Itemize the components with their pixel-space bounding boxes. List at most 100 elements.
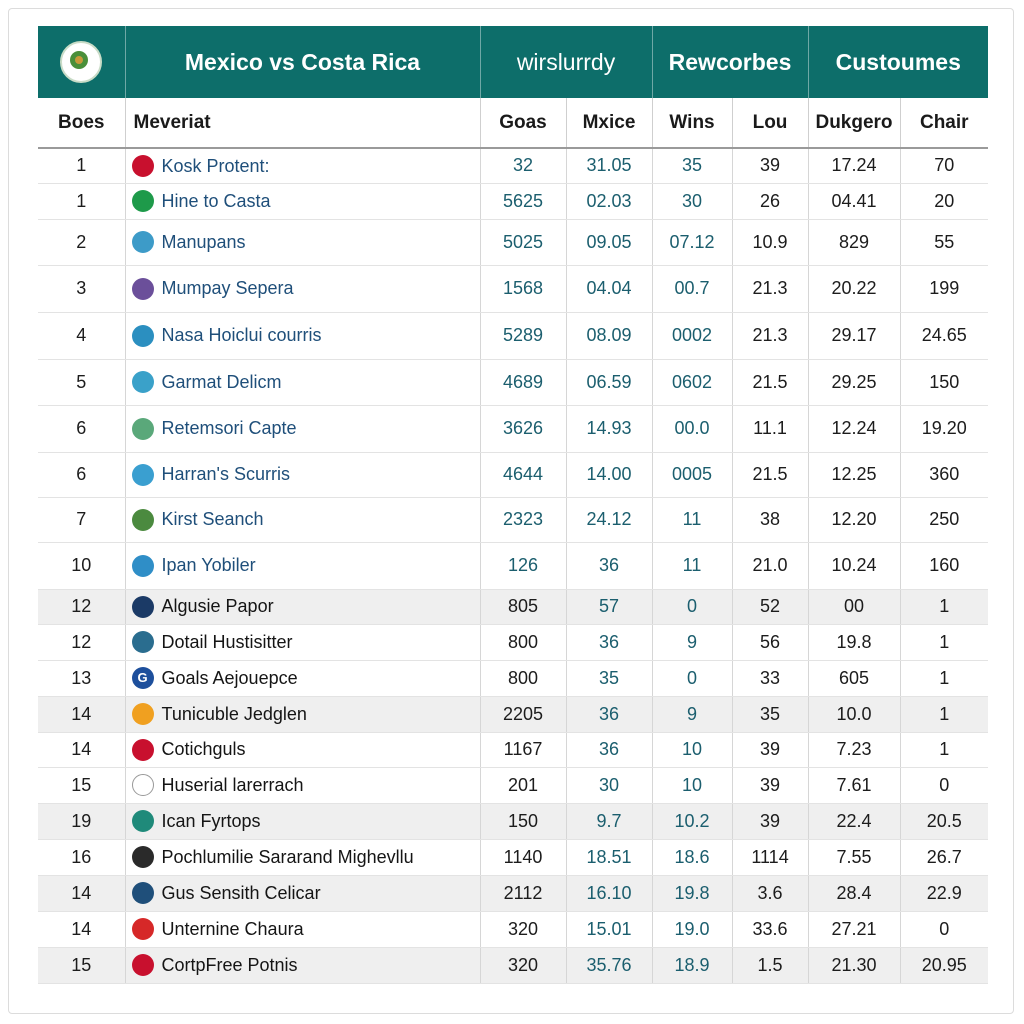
table-row[interactable]: 14 Tunicuble Jedglen 2205 36 9 35 10.0 1: [38, 696, 989, 733]
team-crest-icon: [131, 231, 154, 254]
wins-cell: 00.0: [652, 405, 733, 453]
table-row[interactable]: 15 CortpFree Potnis 320 35.76 18.9 1.5 21.30 20…: [38, 947, 989, 984]
rank-cell: 12: [38, 624, 126, 661]
goals-cell: 126: [480, 542, 567, 590]
mxice-cell: 9.7: [566, 803, 653, 840]
table-row[interactable]: 1 Kosk Protent: 32 31.05 35 39 17.24 70: [38, 148, 989, 184]
table-row[interactable]: 1 Hine to Casta 5625 02.03 30 26 04.41 20: [38, 183, 989, 220]
team-cell: Ican Fyrtops: [125, 803, 481, 840]
chair-cell: 1: [900, 589, 989, 625]
team-cell: Ipan Yobiler: [125, 542, 481, 590]
dukgero-cell: 29.25: [808, 359, 901, 406]
team-name: Tunicuble Jedglen: [161, 703, 307, 724]
table-row[interactable]: 14 Cotichguls 1167 36 10 39 7.23 1: [38, 732, 989, 768]
dukgero-cell: 7.61: [808, 767, 901, 804]
lou-cell: 39: [732, 803, 809, 840]
lou-cell: 52: [732, 589, 809, 625]
column-header-wins[interactable]: Wins: [652, 98, 733, 149]
team-crest-icon: [131, 417, 154, 440]
column-header-rank[interactable]: Boes: [38, 98, 126, 149]
team-crest-icon: [131, 882, 154, 905]
dukgero-cell: 7.23: [808, 732, 901, 768]
standings-table: Mexico vs Costa Rica wirslurrdy Rewcorbe…: [38, 26, 989, 984]
wins-cell: 35: [652, 148, 733, 184]
team-cell: Mumpay Sepera: [125, 265, 481, 313]
mxice-cell: 14.00: [566, 452, 653, 498]
dukgero-cell: 829: [808, 219, 901, 266]
column-header-dukgero[interactable]: Dukgero: [808, 98, 901, 149]
goals-cell: 201: [480, 767, 567, 804]
team-name: Hine to Casta: [161, 190, 271, 211]
wins-cell: 9: [652, 624, 733, 661]
federation-logo-icon: [60, 41, 103, 83]
wins-cell: 19.0: [652, 911, 733, 948]
chair-cell: 1: [900, 624, 989, 661]
wins-cell: 30: [652, 183, 733, 220]
table-row[interactable]: 19 Ican Fyrtops 150 9.7 10.2 39 22.4 20.5: [38, 803, 989, 840]
wins-cell: 00.7: [652, 265, 733, 313]
team-cell: Hine to Casta: [125, 183, 481, 220]
team-crest-icon: [131, 371, 154, 394]
table-row[interactable]: 12 Algusie Papor 805 57 0 52 00 1: [38, 589, 989, 625]
team-cell: Harran's Scurris: [125, 452, 481, 498]
mxice-cell: 14.93: [566, 405, 653, 453]
table-row[interactable]: 4 Nasa Hoiclui courris 5289 08.09 0002 21.3 29…: [38, 312, 989, 360]
rank-cell: 1: [38, 148, 126, 184]
dukgero-cell: 605: [808, 660, 901, 697]
column-header-chair[interactable]: Chair: [900, 98, 989, 149]
team-name: Dotail Hustisitter: [161, 631, 293, 652]
team-cell: Nasa Hoiclui courris: [125, 312, 481, 360]
rank-cell: 14: [38, 732, 126, 768]
mxice-cell: 24.12: [566, 497, 653, 543]
table-row[interactable]: 15 Huserial larerrach 201 30 10 39 7.61 0: [38, 767, 989, 804]
team-name: Algusie Papor: [161, 596, 274, 617]
lou-cell: 39: [732, 767, 809, 804]
team-cell: CortpFree Potnis: [125, 947, 481, 984]
rank-cell: 3: [38, 265, 126, 313]
table-row[interactable]: 6 Harran's Scurris 4644 14.00 0005 21.5 12.25 3…: [38, 452, 989, 498]
dukgero-cell: 22.4: [808, 803, 901, 840]
column-header-goals[interactable]: Goas: [480, 98, 567, 149]
team-name: Huserial larerrach: [161, 774, 304, 795]
team-cell: Manupans: [125, 219, 481, 266]
table-row[interactable]: 10 Ipan Yobiler 126 36 11 21.0 10.24 160: [38, 542, 989, 590]
group-header-b: Rewcorbes: [652, 26, 809, 98]
table-row[interactable]: 6 Retemsori Capte 3626 14.93 00.0 11.1 12.24 19…: [38, 405, 989, 453]
wins-cell: 18.9: [652, 947, 733, 984]
lou-cell: 38: [732, 497, 809, 543]
dukgero-cell: 27.21: [808, 911, 901, 948]
table-row[interactable]: 14 Unternine Chaura 320 15.01 19.0 33.6 27.21 0: [38, 911, 989, 948]
lou-cell: 11.1: [732, 405, 809, 453]
table-row[interactable]: 13 G Goals Aejouepce 800 35 0 33 605 1: [38, 660, 989, 697]
team-cell: Gus Sensith Celicar: [125, 875, 481, 912]
team-crest-icon: [131, 277, 154, 300]
chair-cell: 55: [900, 219, 989, 266]
rank-cell: 7: [38, 497, 126, 543]
table-row[interactable]: 2 Manupans 5025 09.05 07.12 10.9 829 55: [38, 219, 989, 266]
chair-cell: 70: [900, 148, 989, 184]
team-cell: Dotail Hustisitter: [125, 624, 481, 661]
team-name: Harran's Scurris: [161, 464, 290, 485]
table-row[interactable]: 14 Gus Sensith Celicar 2112 16.10 19.8 3.6 28.…: [38, 875, 989, 912]
team-crest-icon: [131, 595, 154, 618]
rank-cell: 14: [38, 696, 126, 733]
team-name: Unternine Chaura: [161, 918, 304, 939]
goals-cell: 5289: [480, 312, 567, 360]
column-header-team[interactable]: Meveriat: [125, 98, 481, 149]
table-row[interactable]: 7 Kirst Seanch 2323 24.12 11 38 12.20 250: [38, 497, 989, 543]
column-header-lou[interactable]: Lou: [732, 98, 809, 149]
table-row[interactable]: 3 Mumpay Sepera 1568 04.04 00.7 21.3 20.22 199: [38, 265, 989, 313]
table-row[interactable]: 12 Dotail Hustisitter 800 36 9 56 19.8 1: [38, 624, 989, 661]
table-row[interactable]: 16 Pochlumilie Sararand Mighevllu 1140 18.5…: [38, 839, 989, 876]
lou-cell: 1114: [732, 839, 809, 876]
dukgero-cell: 12.24: [808, 405, 901, 453]
column-header-mxice[interactable]: Mxice: [566, 98, 653, 149]
table-row[interactable]: 5 Garmat Delicm 4689 06.59 0602 21.5 29.25 150: [38, 359, 989, 406]
chair-cell: 160: [900, 542, 989, 590]
goals-cell: 4644: [480, 452, 567, 498]
goals-cell: 32: [480, 148, 567, 184]
rank-cell: 14: [38, 875, 126, 912]
lou-cell: 26: [732, 183, 809, 220]
mxice-cell: 16.10: [566, 875, 653, 912]
chair-cell: 360: [900, 452, 989, 498]
